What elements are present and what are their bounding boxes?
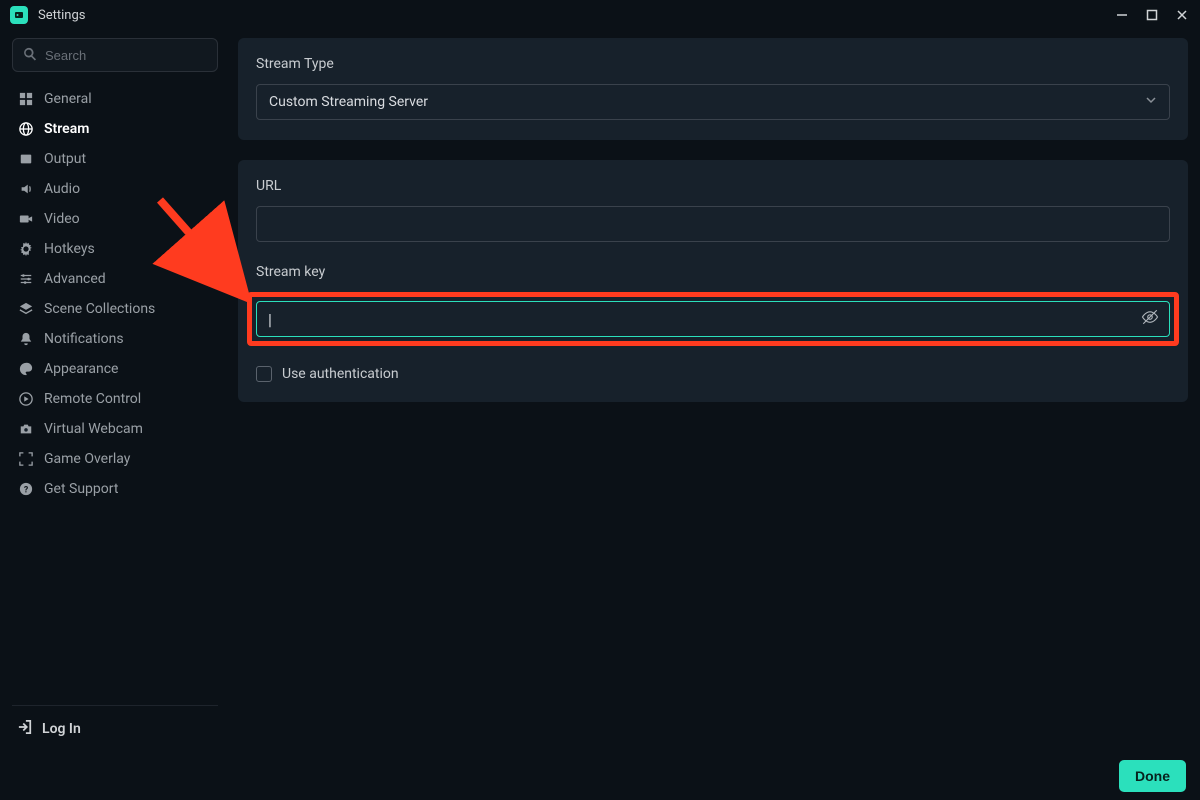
auth-label: Use authentication [282, 366, 399, 382]
login-label: Log In [42, 721, 81, 737]
text-cursor: | [268, 310, 272, 329]
sidebar-item-label: Game Overlay [44, 451, 130, 467]
sidebar-item-hotkeys[interactable]: Hotkeys [12, 234, 218, 264]
output-icon [18, 151, 34, 167]
sidebar-item-appearance[interactable]: Appearance [12, 354, 218, 384]
sidebar-item-get-support[interactable]: ? Get Support [12, 474, 218, 504]
sidebar-item-label: Stream [44, 121, 89, 137]
sidebar-item-scene-collections[interactable]: Scene Collections [12, 294, 218, 324]
help-icon: ? [18, 481, 34, 497]
stream-connection-card: URL Stream key | Use authentication [238, 160, 1188, 402]
close-button[interactable] [1174, 7, 1190, 23]
sidebar-item-label: Video [44, 211, 80, 227]
app-icon [10, 6, 28, 24]
footer: Done [0, 752, 1200, 800]
minimize-button[interactable] [1114, 7, 1130, 23]
stream-type-label: Stream Type [256, 56, 1170, 72]
chevron-down-icon [1145, 94, 1157, 110]
auth-checkbox[interactable] [256, 366, 272, 382]
globe-icon [18, 121, 34, 137]
bell-icon [18, 331, 34, 347]
sidebar-item-output[interactable]: Output [12, 144, 218, 174]
window-title: Settings [38, 8, 85, 23]
play-circle-icon [18, 391, 34, 407]
stream-key-label: Stream key [256, 264, 1170, 280]
content-area: Stream Type Custom Streaming Server URL … [238, 38, 1188, 752]
sidebar-item-label: Get Support [44, 481, 118, 497]
search-icon [23, 46, 45, 65]
login-icon [18, 720, 32, 738]
sidebar-item-game-overlay[interactable]: Game Overlay [12, 444, 218, 474]
sidebar-item-label: Advanced [44, 271, 106, 287]
sidebar: General Stream Output Audio Video Hotkey… [12, 38, 218, 752]
sidebar-item-general[interactable]: General [12, 84, 218, 114]
url-input[interactable] [256, 206, 1170, 242]
sidebar-item-stream[interactable]: Stream [12, 114, 218, 144]
sidebar-nav: General Stream Output Audio Video Hotkey… [12, 84, 218, 504]
gear-icon [18, 241, 34, 257]
login-button[interactable]: Log In [18, 720, 212, 738]
sidebar-item-label: Remote Control [44, 391, 141, 407]
stream-type-value: Custom Streaming Server [269, 94, 428, 110]
expand-icon [18, 451, 34, 467]
sidebar-item-remote-control[interactable]: Remote Control [12, 384, 218, 414]
svg-text:?: ? [24, 486, 29, 496]
sidebar-item-label: Virtual Webcam [44, 421, 143, 437]
auth-checkbox-row[interactable]: Use authentication [256, 366, 1170, 382]
paint-icon [18, 361, 34, 377]
video-icon [18, 211, 34, 227]
grid-icon [18, 91, 34, 107]
toggle-visibility-button[interactable] [1140, 309, 1160, 329]
sidebar-item-advanced[interactable]: Advanced [12, 264, 218, 294]
titlebar: Settings [0, 0, 1200, 30]
camera-icon [18, 421, 34, 437]
sidebar-item-label: Audio [44, 181, 80, 197]
sidebar-item-video[interactable]: Video [12, 204, 218, 234]
sidebar-item-label: Appearance [44, 361, 118, 377]
sidebar-item-notifications[interactable]: Notifications [12, 324, 218, 354]
sliders-icon [18, 271, 34, 287]
sidebar-item-label: Scene Collections [44, 301, 155, 317]
stream-type-select[interactable]: Custom Streaming Server [256, 84, 1170, 120]
stream-key-input[interactable] [256, 301, 1170, 337]
eye-off-icon [1141, 308, 1159, 330]
url-label: URL [256, 178, 1170, 194]
stream-type-card: Stream Type Custom Streaming Server [238, 38, 1188, 140]
sidebar-item-label: General [44, 91, 92, 107]
search-box[interactable] [12, 38, 218, 72]
search-input[interactable] [45, 48, 207, 63]
sidebar-item-virtual-webcam[interactable]: Virtual Webcam [12, 414, 218, 444]
layers-icon [18, 301, 34, 317]
done-button[interactable]: Done [1119, 760, 1186, 792]
sidebar-item-label: Output [44, 151, 86, 167]
maximize-button[interactable] [1144, 7, 1160, 23]
stream-key-highlight-box: | [247, 292, 1179, 346]
sidebar-item-label: Notifications [44, 331, 124, 347]
sidebar-item-audio[interactable]: Audio [12, 174, 218, 204]
sidebar-item-label: Hotkeys [44, 241, 95, 257]
volume-icon [18, 181, 34, 197]
